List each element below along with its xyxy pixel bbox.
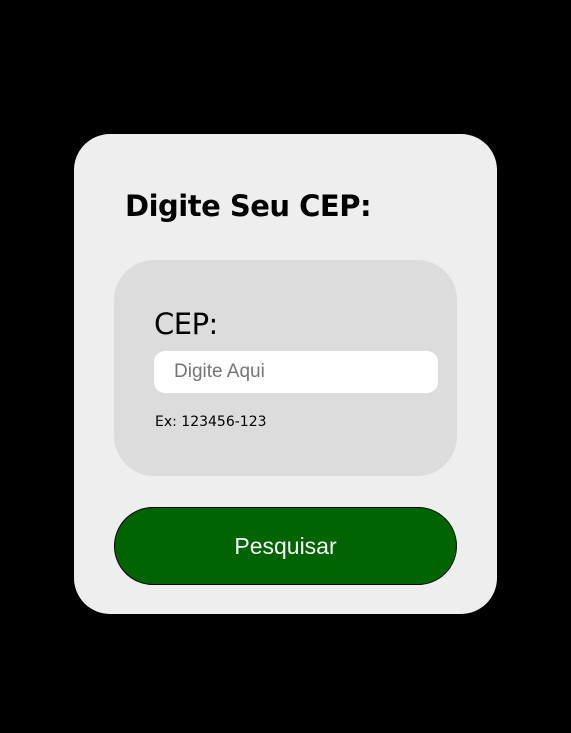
search-button[interactable]: Pesquisar (114, 507, 457, 585)
cep-example-hint: Ex: 123456-123 (155, 414, 267, 430)
cep-input[interactable] (154, 351, 438, 393)
cep-field-group: CEP: Ex: 123456-123 (114, 260, 457, 476)
cep-form-card: Digite Seu CEP: CEP: Ex: 123456-123 Pesq… (74, 134, 497, 614)
cep-label: CEP: (154, 307, 218, 341)
form-title: Digite Seu CEP: (125, 189, 372, 223)
